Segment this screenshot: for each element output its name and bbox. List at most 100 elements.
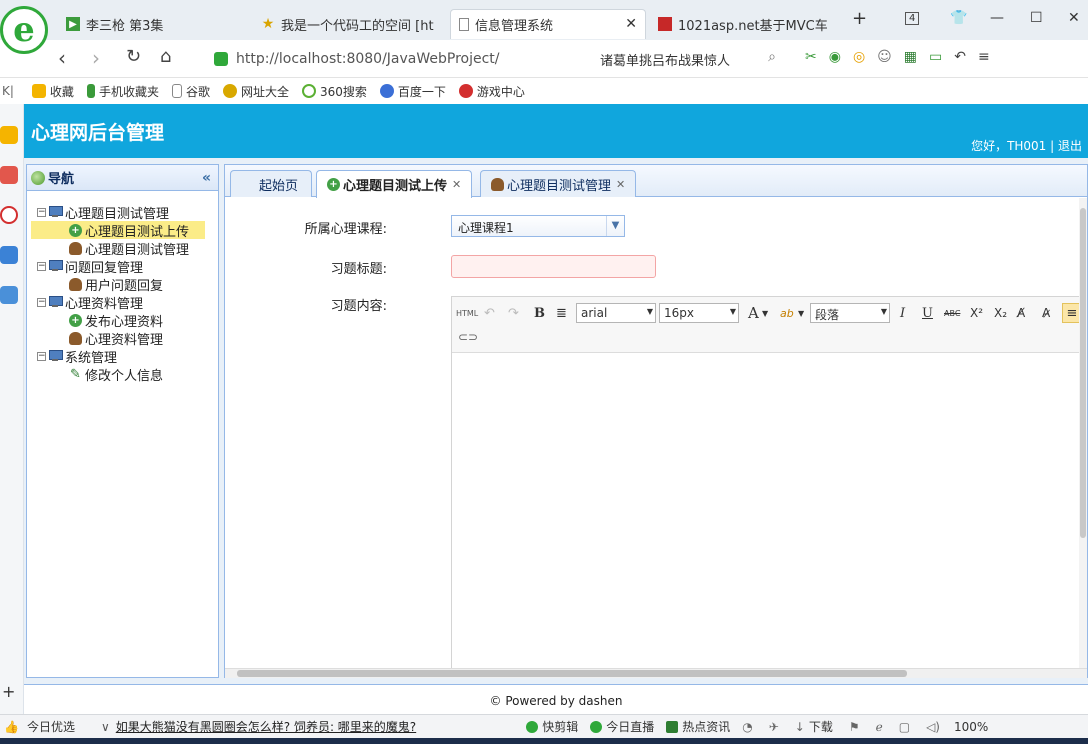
course-select[interactable]: 心理课程1 ▼ xyxy=(451,215,625,237)
font-family-select[interactable]: arial ▼ xyxy=(576,303,656,323)
tree-item-publish-material[interactable]: + 发布心理资料 xyxy=(37,311,218,330)
bookmark-mobile[interactable]: 手机收藏夹 xyxy=(86,83,159,100)
pin-icon[interactable]: ✈ xyxy=(769,720,779,734)
redo-icon[interactable]: ↷ xyxy=(508,303,519,323)
maximize-icon[interactable]: ☐ xyxy=(1030,10,1043,26)
refresh-icon[interactable]: ↻ xyxy=(126,46,141,67)
undo-icon[interactable]: ↶ xyxy=(954,49,966,65)
chevron-down-icon[interactable]: ∨ xyxy=(101,720,110,734)
coin-icon[interactable]: ◎ xyxy=(853,49,865,65)
browser-logo-icon[interactable]: e xyxy=(0,6,48,54)
mail-icon[interactable] xyxy=(0,246,18,264)
tree-node-system-management[interactable]: − 系统管理 xyxy=(37,347,218,366)
collapse-toggle-icon[interactable]: − xyxy=(37,297,46,307)
notes-icon[interactable] xyxy=(0,286,18,304)
search-field[interactable]: 诸葛单挑吕布战果惊人 ⌕ xyxy=(592,45,782,73)
add-icon[interactable]: + xyxy=(2,682,15,701)
bookmark-sites[interactable]: 网址大全 xyxy=(222,83,289,100)
window-icon[interactable]: ▢ xyxy=(899,720,910,734)
tab-count-badge[interactable]: 4 xyxy=(905,12,920,25)
browser-tab-active[interactable]: 信息管理系统 ✕ xyxy=(450,9,646,39)
tree-node-test-management[interactable]: − 心理题目测试管理 xyxy=(37,203,218,222)
forward-icon[interactable]: › xyxy=(92,46,100,70)
ie-icon[interactable]: ℯ xyxy=(876,720,883,734)
news-icon[interactable] xyxy=(0,166,18,184)
bookmark-baidu[interactable]: 百度一下 xyxy=(379,83,446,100)
browser-tab[interactable]: ★ 我是一个代码工的空间 [ht xyxy=(253,9,443,39)
collapse-icon[interactable]: « xyxy=(202,170,211,186)
font-size-select[interactable]: 16px ▼ xyxy=(659,303,739,323)
browser-tab[interactable]: ▶ 李三枪 第3集 xyxy=(58,9,248,39)
collapse-toggle-icon[interactable]: − xyxy=(37,261,46,271)
bookmark-360search[interactable]: 360搜索 xyxy=(301,83,367,100)
volume-icon[interactable]: ◁) xyxy=(926,720,940,734)
dropdown-arrow-icon[interactable]: ▼ xyxy=(798,303,804,323)
menu-icon[interactable]: ≡ xyxy=(978,49,990,65)
home-icon[interactable]: ⌂ xyxy=(160,46,171,67)
title-input[interactable] xyxy=(451,255,656,278)
tab-test-manage[interactable]: 心理题目测试管理 ✕ xyxy=(480,170,637,197)
user-info-logout[interactable]: 您好，TH001 | 退出 xyxy=(971,137,1082,154)
status-item-live[interactable]: 今日直播 xyxy=(590,718,654,735)
tree-item-user-reply[interactable]: 用户问题回复 xyxy=(37,275,218,294)
bookmark-favorites[interactable]: 收藏 xyxy=(31,83,74,100)
new-tab-button[interactable]: + xyxy=(852,8,867,29)
link-icon[interactable]: ⊂⊃ xyxy=(458,327,478,347)
minimize-icon[interactable]: — xyxy=(990,10,1004,26)
horizontal-scrollbar[interactable] xyxy=(225,668,1087,678)
undo-icon[interactable]: ↶ xyxy=(484,303,495,323)
scissors-icon[interactable]: ✂ xyxy=(805,49,817,65)
browser-tab[interactable]: 1021asp.net基于MVC车 xyxy=(650,9,830,39)
rich-text-editor[interactable]: HTML ↶ ↷ B ≣ arial ▼ 16px ▼ A ▼ ab ▼ 段落 ▼ I… xyxy=(451,296,1087,668)
clear-format-icon[interactable]: A̸ xyxy=(1017,303,1025,323)
scroll-thumb[interactable] xyxy=(1080,208,1086,538)
dropdown-arrow-icon[interactable]: ▼ xyxy=(762,303,768,323)
status-news-link[interactable]: 如果大熊猫没有黑圆圈会怎么样? 饲养员: 哪里来的魔鬼? xyxy=(116,718,416,735)
close-tab-icon[interactable]: ✕ xyxy=(625,16,637,32)
superscript-button[interactable]: X² xyxy=(970,303,983,323)
paragraph-select[interactable]: 段落 ▼ xyxy=(810,303,890,323)
tree-node-reply-management[interactable]: − 问题回复管理 xyxy=(37,257,218,276)
html-source-button[interactable]: HTML xyxy=(456,303,478,323)
subscript-button[interactable]: X₂ xyxy=(994,303,1007,323)
game-icon[interactable]: ☺ xyxy=(877,49,892,65)
url-field[interactable]: http://localhost:8080/JavaWebProject/ xyxy=(210,45,585,73)
bold-button[interactable]: B xyxy=(534,303,545,323)
speed-icon[interactable]: ◔ xyxy=(742,720,752,734)
tab-test-upload[interactable]: + 心理题目测试上传 ✕ xyxy=(316,170,473,198)
highlight-icon[interactable]: ab xyxy=(780,303,794,323)
status-item-hot[interactable]: 热点资讯 xyxy=(666,718,730,735)
vertical-scrollbar[interactable] xyxy=(1079,198,1087,668)
close-icon[interactable]: ✕ xyxy=(452,178,461,191)
tree-item-material-manage[interactable]: 心理资料管理 xyxy=(37,329,218,348)
apps-icon[interactable]: ▦ xyxy=(904,49,917,65)
close-window-icon[interactable]: ✕ xyxy=(1068,10,1080,26)
remove-format-icon[interactable]: A̷ xyxy=(1042,303,1050,323)
battery-icon[interactable]: ▭ xyxy=(929,49,942,65)
zoom-level[interactable]: 100% xyxy=(954,720,988,734)
search-icon[interactable]: ⌕ xyxy=(768,49,776,65)
collapse-toggle-icon[interactable]: − xyxy=(37,207,46,217)
status-recommend[interactable]: 今日优选 xyxy=(27,718,75,735)
font-color-button[interactable]: A xyxy=(748,303,759,323)
download-icon[interactable]: ↓ xyxy=(795,720,805,734)
back-icon[interactable]: ‹ xyxy=(58,46,66,70)
status-item-clip[interactable]: 快剪辑 xyxy=(526,718,578,735)
flag-icon[interactable]: ⚑ xyxy=(849,720,860,734)
tree-item-test-manage[interactable]: 心理题目测试管理 xyxy=(37,239,218,258)
translate-icon[interactable]: ◉ xyxy=(829,49,841,65)
strikethrough-button[interactable]: ABC xyxy=(944,303,960,323)
tab-home[interactable]: 起始页 xyxy=(230,170,312,197)
tree-item-test-upload[interactable]: + 心理题目测试上传 xyxy=(31,221,205,240)
download-label[interactable]: 下载 xyxy=(809,718,833,735)
underline-button[interactable]: U xyxy=(922,303,933,323)
sidebar-toggle-icon[interactable]: K| xyxy=(2,84,14,98)
bookmark-google[interactable]: 谷歌 xyxy=(171,83,210,100)
tree-node-material-management[interactable]: − 心理资料管理 xyxy=(37,293,218,312)
scroll-thumb[interactable] xyxy=(237,670,907,677)
close-icon[interactable]: ✕ xyxy=(616,178,625,191)
italic-button[interactable]: I xyxy=(900,303,905,323)
bookmark-games[interactable]: 游戏中心 xyxy=(458,83,525,100)
collapse-toggle-icon[interactable]: − xyxy=(37,351,46,361)
weibo-icon[interactable] xyxy=(0,206,18,224)
